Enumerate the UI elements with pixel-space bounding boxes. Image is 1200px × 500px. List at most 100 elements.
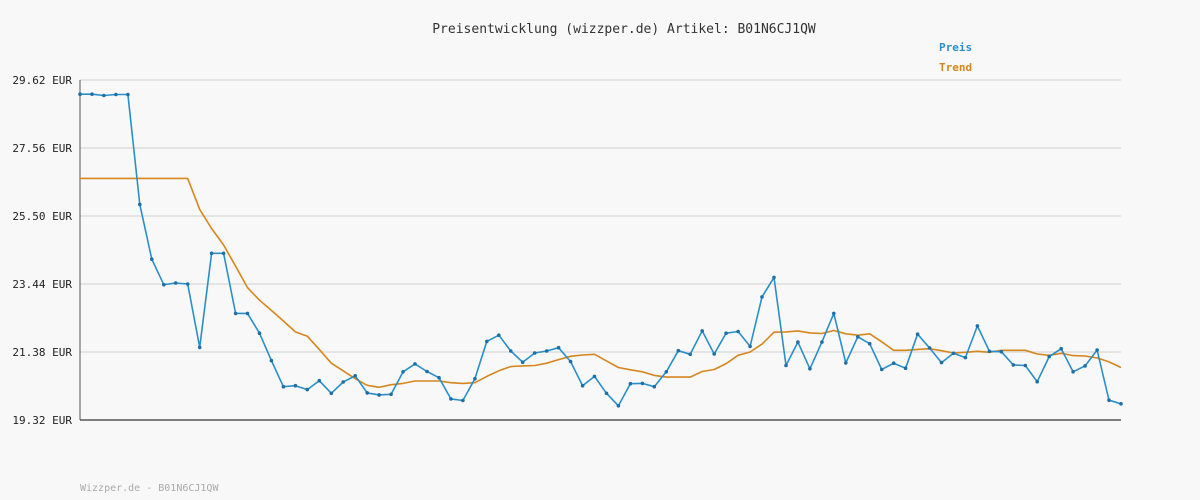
- data-point-preis: [461, 398, 465, 403]
- data-point-preis: [844, 361, 848, 365]
- data-point-preis: [975, 324, 980, 328]
- data-point-preis: [425, 369, 429, 374]
- legend-item-preis: Preis: [939, 41, 972, 54]
- data-point-preis: [257, 331, 262, 336]
- data-point-preis: [784, 363, 788, 368]
- data-point-preis: [197, 345, 202, 350]
- data-point-preis: [389, 392, 393, 397]
- data-point-preis: [628, 381, 633, 386]
- data-point-preis: [413, 362, 417, 366]
- data-point-preis: [78, 92, 82, 96]
- data-point-preis: [1059, 346, 1063, 351]
- y-tick-label: 21.38 EUR: [12, 346, 72, 359]
- chart-title: Preisentwicklung (wizzper.de) Artikel: B…: [432, 22, 816, 37]
- data-point-preis: [126, 92, 130, 97]
- series-layer: [78, 92, 1123, 408]
- data-point-preis: [820, 340, 824, 344]
- data-point-preis: [736, 329, 740, 334]
- data-point-preis: [449, 397, 453, 401]
- data-point-preis: [688, 352, 692, 357]
- data-point-preis: [1047, 354, 1051, 359]
- data-point-preis: [90, 92, 94, 96]
- data-point-preis: [891, 361, 896, 366]
- data-point-preis: [473, 376, 477, 381]
- data-point-preis: [341, 380, 346, 384]
- data-point-preis: [1035, 379, 1039, 384]
- data-point-preis: [664, 370, 669, 374]
- data-point-preis: [401, 370, 405, 374]
- data-point-preis: [676, 348, 681, 353]
- data-point-preis: [138, 202, 142, 207]
- data-point-preis: [640, 381, 645, 386]
- data-point-preis: [568, 359, 573, 364]
- data-point-preis: [329, 391, 334, 396]
- data-point-preis: [520, 360, 525, 365]
- data-point-preis: [173, 281, 178, 285]
- data-point-preis: [999, 349, 1004, 354]
- data-point-preis: [724, 331, 728, 336]
- grid-lines: [80, 79, 1121, 353]
- data-point-preis: [832, 311, 836, 316]
- y-axis-tick-labels: 29.62 EUR 27.56 EUR 25.50 EUR 23.44 EUR 21.3…: [12, 74, 72, 427]
- data-point-preis: [544, 349, 549, 353]
- data-point-preis: [269, 358, 274, 363]
- data-point-preis: [915, 332, 920, 337]
- y-tick-label: 29.62 EUR: [12, 74, 72, 87]
- data-point-preis: [808, 367, 812, 371]
- data-point-preis: [437, 375, 441, 380]
- data-point-preis: [497, 333, 501, 338]
- data-point-preis: [712, 352, 716, 356]
- data-point-preis: [162, 282, 166, 287]
- data-point-preis: [796, 340, 800, 344]
- y-tick-label: 19.32 EUR: [12, 414, 72, 427]
- data-point-preis: [879, 367, 884, 372]
- data-point-preis: [317, 378, 322, 383]
- data-point-preis: [209, 251, 214, 256]
- data-point-preis: [293, 383, 298, 388]
- y-tick-label: 27.56 EUR: [12, 142, 72, 155]
- data-point-preis: [532, 351, 537, 355]
- y-tick-label: 25.50 EUR: [12, 210, 72, 223]
- footer-text: Wizzper.de - B01N6CJ1QW: [80, 483, 219, 494]
- data-point-preis: [592, 374, 597, 379]
- data-point-preis: [748, 344, 752, 349]
- data-point-preis: [856, 335, 860, 339]
- data-point-preis: [760, 295, 764, 299]
- data-point-preis: [185, 282, 190, 286]
- data-point-preis: [150, 257, 154, 262]
- data-point-preis: [556, 345, 561, 350]
- data-point-preis: [772, 275, 776, 280]
- data-point-preis: [245, 311, 250, 316]
- data-point-preis: [305, 387, 310, 392]
- data-point-preis: [939, 360, 944, 365]
- data-point-preis: [509, 349, 513, 353]
- data-point-preis: [903, 366, 908, 371]
- data-point-preis: [927, 346, 932, 350]
- data-point-preis: [281, 384, 286, 389]
- data-point-preis: [114, 92, 118, 97]
- data-point-preis: [604, 391, 609, 396]
- data-point-preis: [1083, 364, 1087, 368]
- data-point-preis: [580, 383, 585, 388]
- data-point-preis: [233, 311, 238, 316]
- data-point-preis: [377, 393, 381, 397]
- data-point-preis: [365, 391, 370, 395]
- data-point-preis: [1107, 398, 1111, 403]
- data-point-preis: [963, 355, 968, 360]
- data-point-preis: [1071, 370, 1075, 374]
- data-point-preis: [221, 251, 226, 256]
- y-tick-label: 23.44 EUR: [12, 278, 72, 291]
- data-point-preis: [1119, 402, 1123, 406]
- legend-item-trend: Trend: [939, 61, 972, 74]
- legend: Preis Trend: [939, 41, 972, 74]
- data-point-preis: [951, 351, 956, 356]
- data-point-preis: [1023, 363, 1028, 368]
- data-point-preis: [616, 404, 621, 408]
- data-point-preis: [102, 93, 106, 98]
- data-point-preis: [652, 384, 657, 389]
- data-point-preis: [867, 341, 872, 346]
- data-point-preis: [987, 349, 992, 354]
- data-point-preis: [353, 374, 358, 378]
- data-point-preis: [1011, 363, 1016, 367]
- price-chart: Preisentwicklung (wizzper.de) Artikel: B…: [0, 0, 1200, 500]
